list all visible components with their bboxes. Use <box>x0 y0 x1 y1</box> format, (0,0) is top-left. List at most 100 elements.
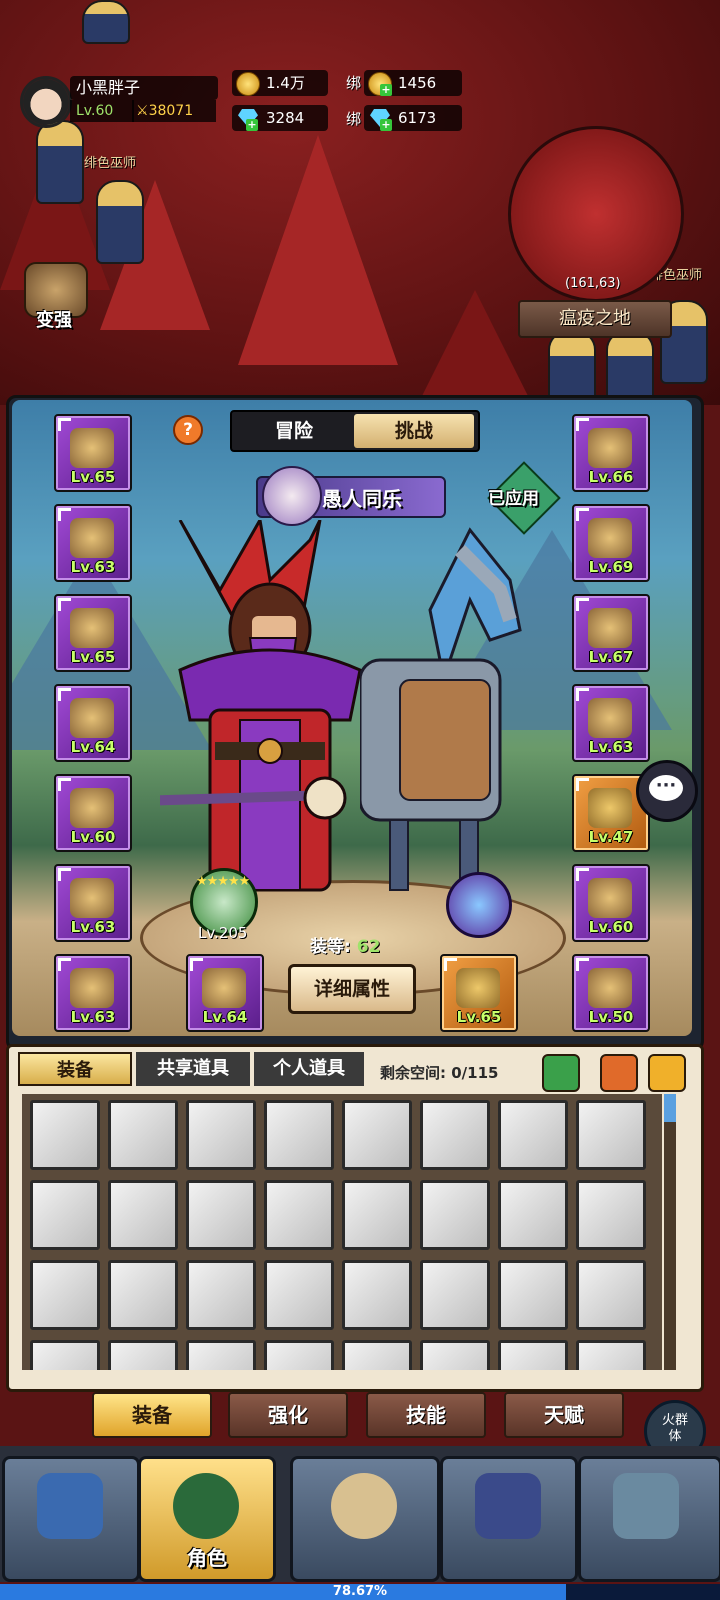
player-avatar[interactable] <box>20 76 72 128</box>
subtab-skills[interactable]: 技能 <box>366 1392 486 1438</box>
hero-figure[interactable] <box>160 520 380 920</box>
inventory-slot[interactable] <box>108 1100 178 1170</box>
inventory-slot[interactable] <box>342 1340 412 1370</box>
help-button[interactable]: ? <box>173 415 203 445</box>
inventory-slot[interactable] <box>420 1260 490 1330</box>
equip-slot-necklace[interactable]: Lv.63 <box>54 504 132 582</box>
pants-icon <box>588 518 632 558</box>
equip-slot-bracer[interactable]: Lv.66 <box>572 414 650 492</box>
tab-adventure[interactable]: 冒险 <box>234 414 354 448</box>
inventory-slot[interactable] <box>30 1100 100 1170</box>
inventory-slot[interactable] <box>186 1340 256 1370</box>
equip-slot-tome[interactable]: Lv.65 <box>440 954 518 1032</box>
inventory-slot[interactable] <box>498 1100 568 1170</box>
inventory-slot[interactable] <box>30 1180 100 1250</box>
inventory-slot[interactable] <box>186 1260 256 1330</box>
gold-value: 1.4万 <box>266 74 305 92</box>
slot-level: Lv.69 <box>588 558 634 576</box>
equip-slot-weapon[interactable]: Lv.60 <box>54 774 132 852</box>
equip-slot-ring[interactable]: Lv.63 <box>54 864 132 942</box>
inventory-slot[interactable] <box>498 1340 568 1370</box>
broom-icon[interactable] <box>648 1054 686 1092</box>
inventory-slot[interactable] <box>186 1100 256 1170</box>
equip-slot-cloak[interactable]: Lv.64 <box>54 684 132 762</box>
subtab-talent[interactable]: 天赋 <box>504 1392 624 1438</box>
equip-slot-potion[interactable]: Lv.50 <box>572 954 650 1032</box>
inventory-slot[interactable] <box>576 1180 646 1250</box>
gold-counter[interactable]: 1.4万 <box>232 70 328 96</box>
inventory-slot[interactable] <box>264 1100 334 1170</box>
inventory-scrollbar[interactable] <box>664 1094 676 1370</box>
npc-character[interactable] <box>96 180 144 264</box>
npc-character[interactable] <box>82 0 130 44</box>
gold-coin-icon <box>236 72 260 96</box>
diamond-counter[interactable]: + 3284 <box>232 105 328 131</box>
inventory-slot[interactable] <box>576 1100 646 1170</box>
equip-slot-helmet[interactable]: Lv.65 <box>54 414 132 492</box>
equip-slot-offhand[interactable]: Lv.63 <box>54 954 132 1032</box>
inventory-slot[interactable] <box>264 1340 334 1370</box>
equip-slot-ring-2[interactable]: Lv.63 <box>572 684 650 762</box>
slot-level: Lv.67 <box>588 648 634 666</box>
equip-slot-chest[interactable]: Lv.67 <box>572 594 650 672</box>
inventory-slot[interactable] <box>342 1260 412 1330</box>
inventory-slot[interactable] <box>30 1260 100 1330</box>
nav-battle[interactable] <box>290 1456 440 1582</box>
slot-level: Lv.65 <box>70 468 116 486</box>
inventory-slot[interactable] <box>108 1260 178 1330</box>
scroll-thumb[interactable] <box>664 1094 676 1122</box>
inventory-slot[interactable] <box>30 1340 100 1370</box>
inventory-slot[interactable] <box>576 1260 646 1330</box>
nav-town[interactable] <box>578 1456 720 1582</box>
inventory-slot[interactable] <box>264 1260 334 1330</box>
tab-challenge[interactable]: 挑战 <box>354 414 474 448</box>
tab-shared-items[interactable]: 共享道具 <box>136 1052 250 1086</box>
equip-slot-mace[interactable]: Lv.64 <box>186 954 264 1032</box>
inventory-slot[interactable] <box>342 1180 412 1250</box>
horse-mount-figure[interactable] <box>360 520 530 900</box>
corner-mark <box>58 598 71 611</box>
player-name: 小黑胖子 <box>70 76 218 100</box>
progress-text: 78.67% <box>332 1584 388 1599</box>
tab-personal-items[interactable]: 个人道具 <box>254 1052 364 1086</box>
equip-slot-legs[interactable]: Lv.69 <box>572 504 650 582</box>
tab-equipment[interactable]: 装备 <box>18 1052 132 1086</box>
nav-character[interactable]: 角色 <box>138 1456 276 1582</box>
inventory-grid <box>22 1094 662 1370</box>
npc-character[interactable] <box>36 120 84 204</box>
shoulder-armor-icon <box>70 608 114 648</box>
inventory-slot[interactable] <box>420 1340 490 1370</box>
nav-guild[interactable] <box>440 1456 578 1582</box>
inventory-slot[interactable] <box>498 1260 568 1330</box>
slot-level: Lv.63 <box>70 1008 116 1026</box>
bound-gold-counter[interactable]: + 1456 <box>364 70 462 96</box>
inventory-slot[interactable] <box>420 1100 490 1170</box>
inventory-slot[interactable] <box>108 1180 178 1250</box>
player-power: ⚔38071 <box>132 100 216 122</box>
equip-slot-amulet[interactable]: Lv.60 <box>572 864 650 942</box>
mode-tabs: 冒险 挑战 <box>230 410 480 452</box>
subtab-enhance[interactable]: 强化 <box>228 1392 348 1438</box>
storage-icon[interactable] <box>600 1054 638 1092</box>
recycle-icon[interactable] <box>542 1054 580 1092</box>
bound-diamond-counter[interactable]: + 6173 <box>364 105 462 131</box>
pet-badge-icon[interactable] <box>446 872 512 938</box>
corner-mark <box>190 958 203 971</box>
equip-slot-shoulder[interactable]: Lv.65 <box>54 594 132 672</box>
nav-realm[interactable] <box>2 1456 140 1582</box>
strengthen-label[interactable]: 变强 <box>36 306 72 332</box>
crystal-rock-icon <box>37 1473 103 1539</box>
inventory-slot[interactable] <box>342 1100 412 1170</box>
zone-name: 瘟疫之地 <box>518 300 672 338</box>
add-icon: + <box>380 118 392 131</box>
jester-mask-icon <box>262 466 322 526</box>
inventory-slot[interactable] <box>186 1180 256 1250</box>
inventory-slot[interactable] <box>498 1180 568 1250</box>
detail-attributes-button[interactable]: 详细属性 <box>288 964 416 1014</box>
subtab-equipment[interactable]: 装备 <box>92 1392 212 1438</box>
inventory-slot[interactable] <box>264 1180 334 1250</box>
inventory-slot[interactable] <box>576 1340 646 1370</box>
chat-button[interactable]: ··· <box>636 760 698 822</box>
inventory-slot[interactable] <box>108 1340 178 1370</box>
inventory-slot[interactable] <box>420 1180 490 1250</box>
